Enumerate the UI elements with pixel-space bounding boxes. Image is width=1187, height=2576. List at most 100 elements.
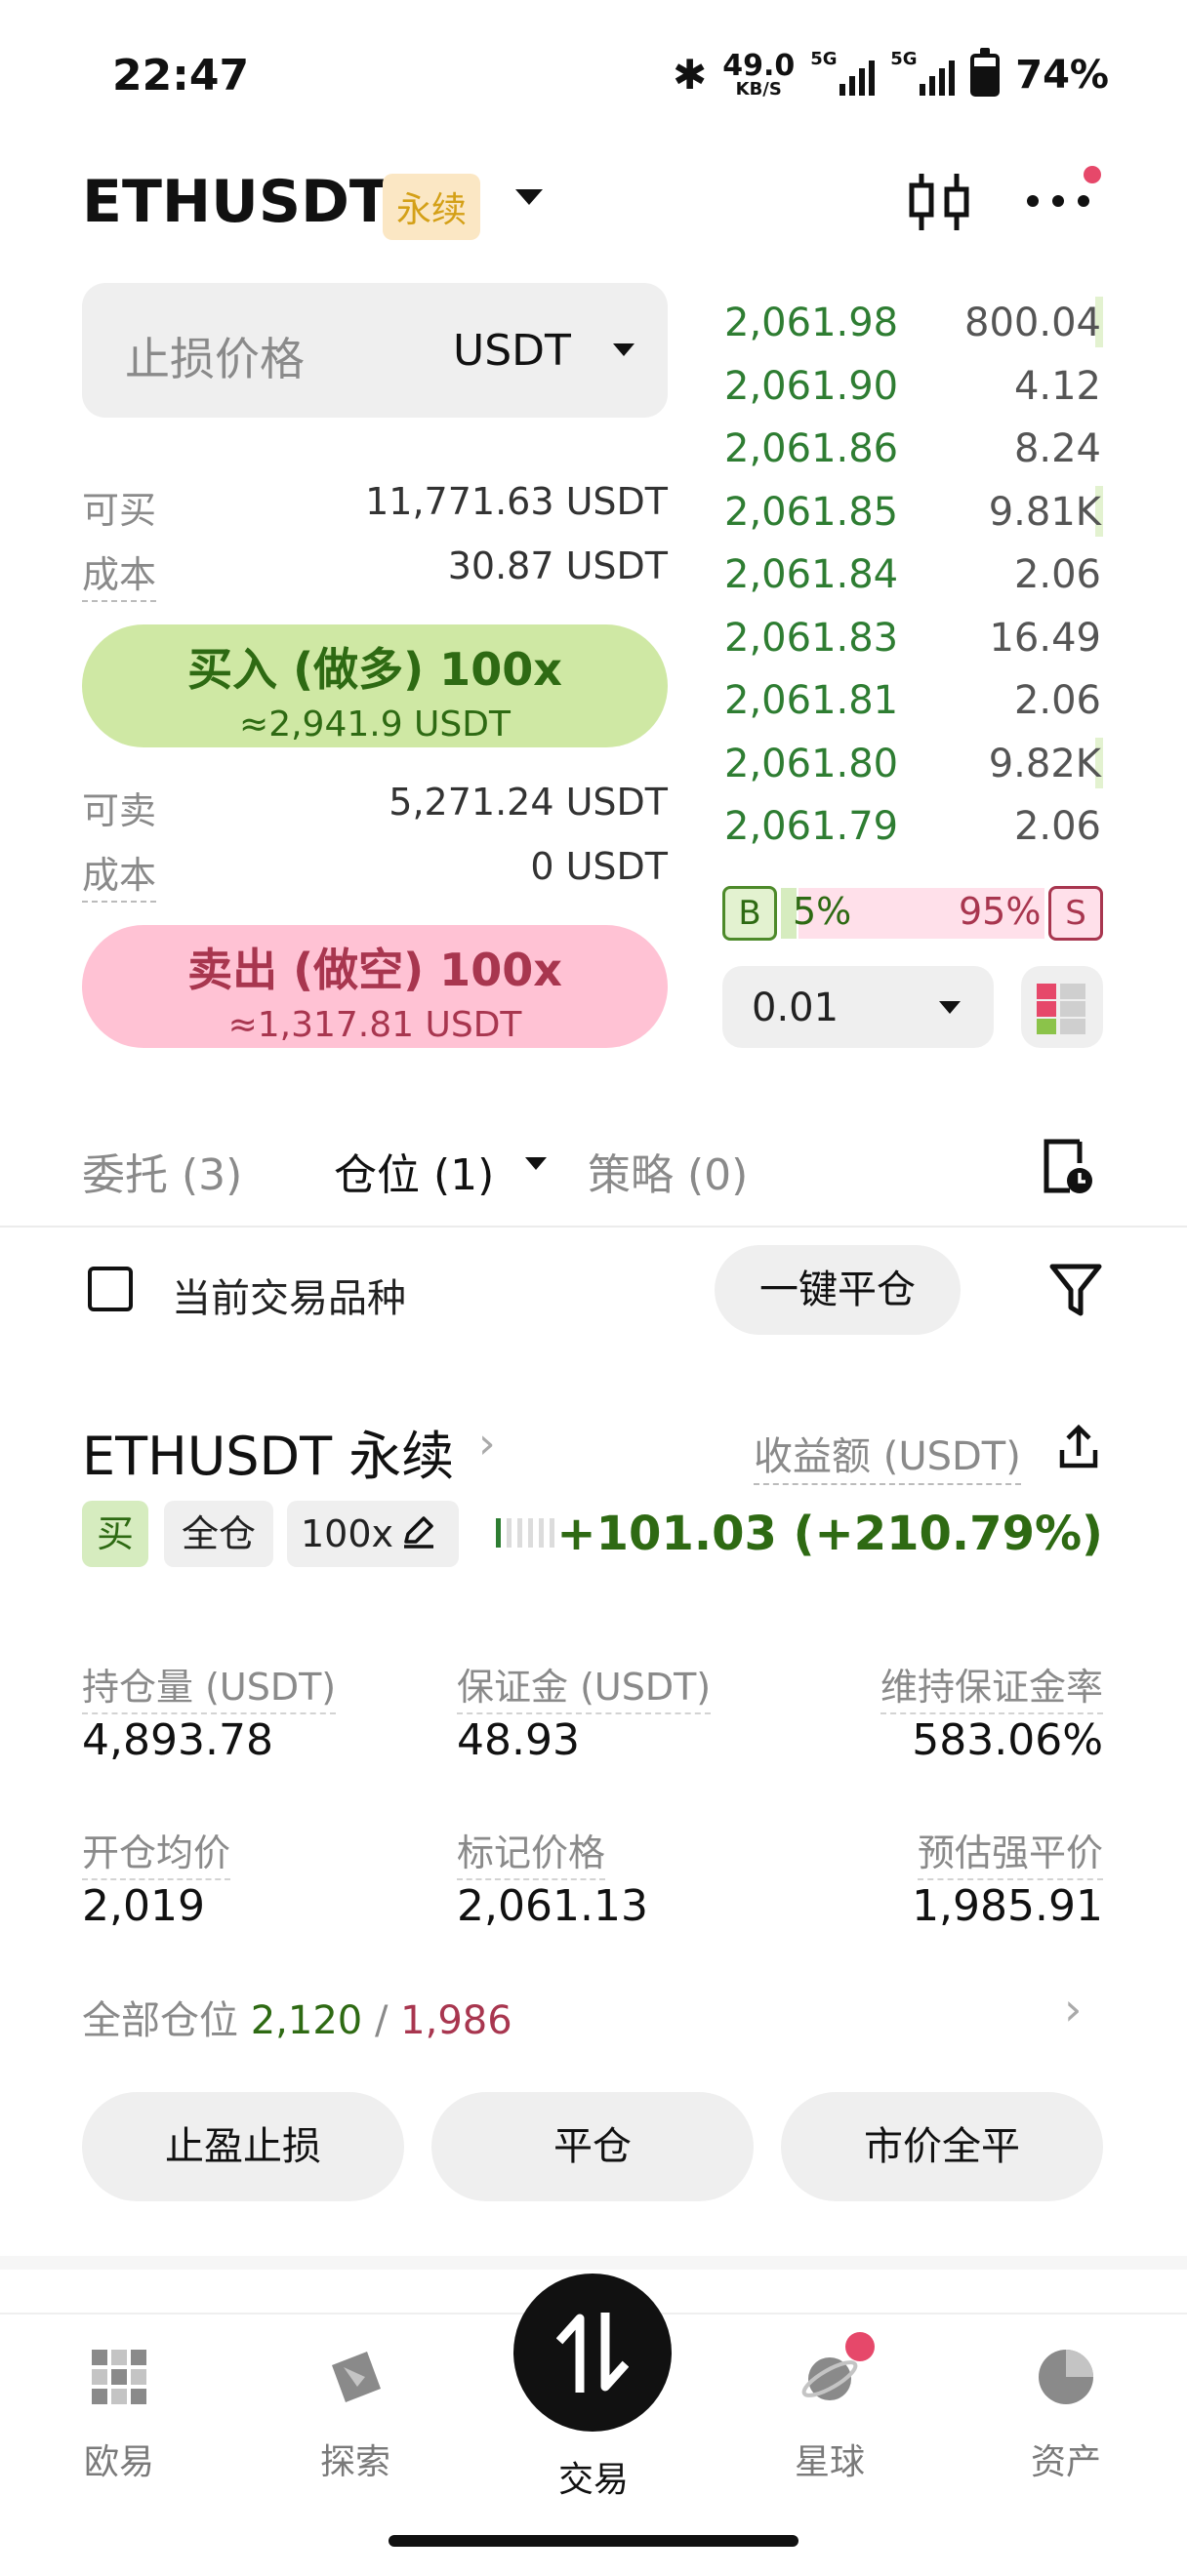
all-positions-label: 全部仓位 [82, 1998, 238, 2043]
compass-icon [332, 2352, 381, 2402]
perpetual-badge: 永续 [383, 174, 481, 240]
home-indicator[interactable] [389, 2535, 798, 2547]
all-long-value: 2,120 [250, 1998, 363, 2043]
tab-orders[interactable]: 委托 (3) [82, 1140, 242, 1202]
close-position-button[interactable]: 平仓 [431, 2092, 754, 2201]
share-icon[interactable] [1056, 1423, 1101, 1471]
current-symbol-checkbox[interactable] [88, 1267, 133, 1311]
tab-positions[interactable]: 仓位 (1) [334, 1140, 494, 1202]
order-book-qty: 2.06 [1013, 804, 1101, 849]
nav-trade-label: 交易 [557, 2460, 629, 2500]
order-book-qty: 9.82K [988, 741, 1101, 786]
buy-long-button[interactable]: 买入 (做多) 100x ≈2,941.9 USDT [82, 624, 668, 747]
candlestick-icon[interactable] [906, 168, 974, 236]
risk-bar [550, 1518, 554, 1548]
all-short-value: 1,986 [400, 1998, 512, 2043]
risk-bar [539, 1518, 544, 1548]
chevron-down-icon[interactable] [525, 1157, 547, 1170]
entry-value: 2,019 [82, 1881, 205, 1931]
trade-arrows-icon [556, 2313, 629, 2393]
sell-short-button[interactable]: 卖出 (做空) 100x ≈1,317.81 USDT [82, 925, 668, 1048]
order-book-price: 2,061.90 [724, 363, 899, 409]
order-book-row[interactable]: 2,061.86 8.24 [722, 417, 1103, 479]
nav-planet[interactable]: 星球 [732, 2346, 927, 2484]
sell-cost-value: 0 USDT [530, 845, 668, 888]
all-positions-row[interactable]: 全部仓位 2,120 / 1,986 [82, 1989, 512, 2045]
order-book-row[interactable]: 2,061.85 9.81K [722, 480, 1103, 543]
position-title[interactable]: ETHUSDT 永续 [82, 1413, 454, 1490]
entry-label[interactable]: 开仓均价 [82, 1823, 231, 1880]
edit-icon[interactable] [400, 1514, 435, 1550]
order-book-row[interactable]: 2,061.84 2.06 [722, 543, 1103, 605]
order-book-price: 2,061.84 [724, 552, 899, 597]
tp-sl-button[interactable]: 止盈止损 [82, 2092, 404, 2201]
side-tag: 买 [82, 1501, 148, 1567]
buy-cost-label[interactable]: 成本 [82, 544, 157, 602]
precision-value: 0.01 [752, 986, 839, 1030]
buy-ratio-tag: B [722, 886, 777, 941]
buy-ratio-value: 5% [793, 890, 852, 933]
order-book-row[interactable]: 2,061.79 2.06 [722, 794, 1103, 857]
sell-available-value: 5,271.24 USDT [389, 781, 668, 824]
battery-percent: 74% [1015, 52, 1109, 98]
network-speed: 49.0 KB/S [722, 48, 796, 100]
close-all-button[interactable]: 一键平仓 [715, 1245, 961, 1335]
chevron-down-icon[interactable] [939, 1001, 961, 1014]
mmr-label[interactable]: 维持保证金率 [880, 1657, 1103, 1714]
order-book-price: 2,061.81 [724, 678, 899, 723]
order-book-qty: 16.49 [989, 615, 1101, 661]
chevron-down-icon[interactable] [613, 343, 634, 356]
order-book-price: 2,061.98 [724, 301, 899, 345]
signal-icon: 5G [810, 49, 876, 96]
order-book-qty: 9.81K [988, 489, 1101, 535]
sell-cost-label[interactable]: 成本 [82, 845, 157, 903]
status-icons: ✱ 49.0 KB/S 5G 5G 74% [673, 47, 1109, 100]
current-symbol-label[interactable]: 当前交易品种 [172, 1267, 406, 1323]
market-close-button[interactable]: 市价全平 [781, 2092, 1103, 2201]
history-icon[interactable] [1041, 1136, 1095, 1196]
stop-price-placeholder: 止损价格 [125, 333, 305, 385]
risk-bar [517, 1518, 522, 1548]
pnl-label[interactable]: 收益额 (USDT) [754, 1425, 1021, 1485]
sell-available-label: 可卖 [82, 789, 157, 832]
order-book-row[interactable]: 2,061.90 4.12 [722, 354, 1103, 417]
notification-dot [1084, 166, 1101, 183]
size-label[interactable]: 持仓量 (USDT) [82, 1657, 337, 1714]
sell-short-label: 卖出 (做空) 100x [187, 944, 562, 996]
unit-selector[interactable]: USDT [453, 326, 571, 376]
sell-estimate: ≈1,317.81 USDT [227, 1005, 522, 1045]
margin-value: 48.93 [457, 1715, 580, 1765]
order-book-row[interactable]: 2,061.98 800.04 [722, 291, 1103, 353]
mmr-value: 583.06% [912, 1715, 1103, 1765]
bluetooth-icon: ✱ [673, 51, 708, 99]
order-book-price: 2,061.86 [724, 426, 899, 471]
pair-title[interactable]: ETHUSDT [82, 168, 389, 236]
order-book-price: 2,061.85 [724, 489, 899, 535]
order-book-row[interactable]: 2,061.80 9.82K [722, 732, 1103, 794]
chevron-right-icon[interactable]: › [478, 1419, 496, 1469]
liq-label[interactable]: 预估强平价 [917, 1823, 1103, 1880]
order-book-qty: 2.06 [1013, 678, 1101, 723]
pnl-value: +101.03 (+210.79%) [556, 1507, 1103, 1561]
filter-icon[interactable] [1048, 1261, 1103, 1319]
order-book-row[interactable]: 2,061.83 16.49 [722, 606, 1103, 668]
chevron-right-icon[interactable]: › [1064, 1983, 1082, 2035]
nav-trade[interactable] [513, 2274, 672, 2432]
nav-assets[interactable]: 资产 [968, 2346, 1164, 2484]
tab-strategies[interactable]: 策略 (0) [588, 1140, 748, 1202]
more-icon[interactable] [1027, 195, 1089, 207]
nav-home[interactable]: 欧易 [21, 2346, 217, 2484]
risk-bar [528, 1518, 533, 1548]
all-separator: / [374, 1998, 389, 2043]
buy-available-label: 可买 [82, 489, 157, 532]
size-value: 4,893.78 [82, 1715, 273, 1765]
chevron-down-icon[interactable] [515, 189, 543, 205]
nav-explore[interactable]: 探索 [258, 2346, 453, 2484]
book-layout-icon[interactable] [1021, 966, 1103, 1048]
status-time: 22:47 [112, 51, 250, 101]
divider [0, 1226, 1187, 1228]
order-book-row[interactable]: 2,061.81 2.06 [722, 668, 1103, 731]
margin-label[interactable]: 保证金 (USDT) [457, 1657, 712, 1714]
mark-label[interactable]: 标记价格 [457, 1823, 606, 1880]
buy-estimate: ≈2,941.9 USDT [239, 704, 511, 745]
